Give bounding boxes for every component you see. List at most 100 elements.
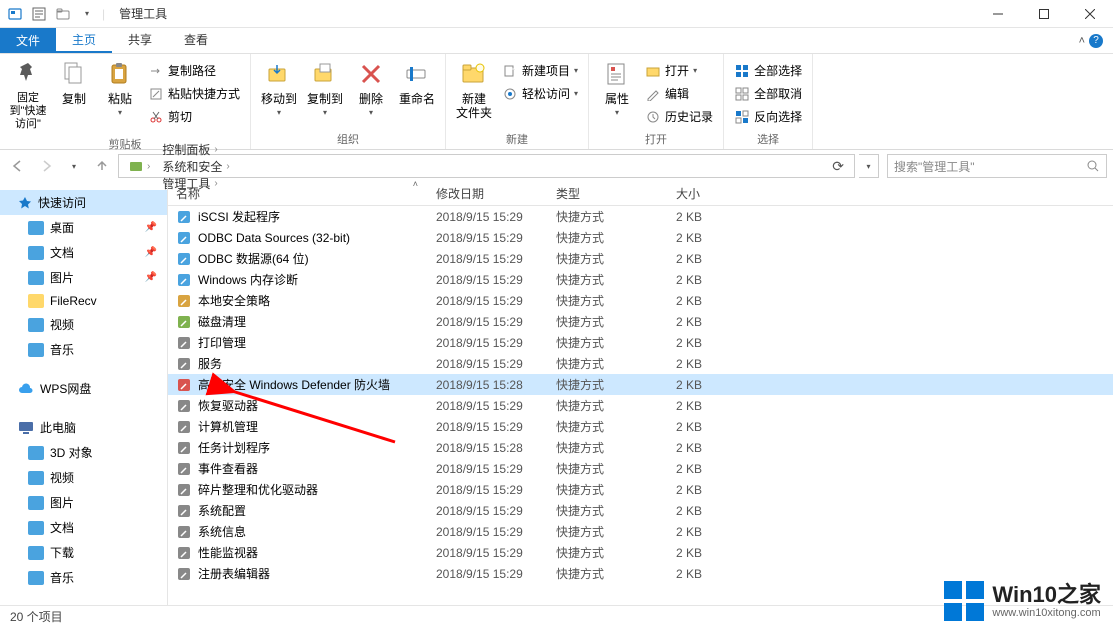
col-name[interactable]: 名称˄ bbox=[168, 185, 428, 202]
table-row[interactable]: iSCSI 发起程序 2018/9/15 15:29 快捷方式 2 KB bbox=[168, 206, 1113, 227]
table-row[interactable]: 碎片整理和优化驱动器 2018/9/15 15:29 快捷方式 2 KB bbox=[168, 479, 1113, 500]
table-row[interactable]: 高级安全 Windows Defender 防火墙 2018/9/15 15:2… bbox=[168, 374, 1113, 395]
open-button[interactable]: 打开▾ bbox=[641, 60, 717, 81]
selectall-button[interactable]: 全部选择 bbox=[730, 60, 806, 81]
table-row[interactable]: ODBC 数据源(64 位) 2018/9/15 15:29 快捷方式 2 KB bbox=[168, 248, 1113, 269]
sidebar-item[interactable]: 文档 bbox=[0, 515, 167, 540]
sidebar[interactable]: 快速访问 桌面📌文档📌图片📌FileRecv视频音乐 WPS网盘 此电脑 3D … bbox=[0, 182, 168, 605]
addr-root-icon[interactable]: › bbox=[123, 159, 156, 173]
selectnone-button[interactable]: 全部取消 bbox=[730, 83, 806, 104]
pin-icon: 📌 bbox=[145, 272, 157, 283]
sidebar-item[interactable]: 图片 bbox=[0, 490, 167, 515]
table-row[interactable]: 计算机管理 2018/9/15 15:29 快捷方式 2 KB bbox=[168, 416, 1113, 437]
table-row[interactable]: 磁盘清理 2018/9/15 15:29 快捷方式 2 KB bbox=[168, 311, 1113, 332]
qat-newfolder-icon[interactable] bbox=[54, 5, 72, 23]
file-icon bbox=[176, 545, 192, 561]
file-date: 2018/9/15 15:29 bbox=[436, 525, 556, 539]
minimize-button[interactable] bbox=[975, 0, 1021, 28]
file-list[interactable]: iSCSI 发起程序 2018/9/15 15:29 快捷方式 2 KB ODB… bbox=[168, 206, 1113, 605]
table-row[interactable]: 系统配置 2018/9/15 15:29 快捷方式 2 KB bbox=[168, 500, 1113, 521]
copyto-button[interactable]: 复制到▾ bbox=[303, 56, 347, 120]
paste-shortcut-button[interactable]: 粘贴快捷方式 bbox=[144, 83, 244, 104]
col-type[interactable]: 类型 bbox=[548, 185, 668, 202]
paste-dropdown-icon[interactable]: ▾ bbox=[118, 108, 122, 118]
qat-properties-icon[interactable] bbox=[30, 5, 48, 23]
sidebar-item[interactable]: 视频 bbox=[0, 312, 167, 337]
maximize-button[interactable] bbox=[1021, 0, 1067, 28]
pin-quickaccess-button[interactable]: 固定到"快速访问" bbox=[6, 56, 50, 134]
sidebar-wps[interactable]: WPS网盘 bbox=[0, 376, 167, 401]
invert-icon bbox=[734, 109, 750, 125]
tab-share[interactable]: 共享 bbox=[112, 28, 168, 53]
file-size: 2 KB bbox=[676, 378, 796, 392]
column-headers: 名称˄ 修改日期 类型 大小 bbox=[168, 182, 1113, 206]
table-row[interactable]: Windows 内存诊断 2018/9/15 15:29 快捷方式 2 KB bbox=[168, 269, 1113, 290]
tab-view[interactable]: 查看 bbox=[168, 28, 224, 53]
sidebar-item[interactable]: 音乐 bbox=[0, 565, 167, 590]
table-row[interactable]: 服务 2018/9/15 15:29 快捷方式 2 KB bbox=[168, 353, 1113, 374]
sidebar-item[interactable]: 下载 bbox=[0, 540, 167, 565]
easyaccess-button[interactable]: 轻松访问▾ bbox=[498, 83, 582, 104]
sidebar-item[interactable]: 图片📌 bbox=[0, 265, 167, 290]
table-row[interactable]: 恢复驱动器 2018/9/15 15:29 快捷方式 2 KB bbox=[168, 395, 1113, 416]
sidebar-quickaccess[interactable]: 快速访问 bbox=[0, 190, 167, 215]
back-button[interactable] bbox=[6, 154, 30, 178]
ribbon-group-clipboard: 固定到"快速访问" 复制 粘贴 ▾ 复制路径 粘贴快捷方式 剪切 剪贴板 bbox=[0, 54, 251, 149]
sidebar-item[interactable]: 3D 对象 bbox=[0, 440, 167, 465]
collapse-ribbon-icon[interactable]: ˄ bbox=[1079, 35, 1085, 47]
file-size: 2 KB bbox=[676, 504, 796, 518]
search-input[interactable]: 搜索"管理工具" bbox=[887, 154, 1107, 178]
copy-path-button[interactable]: 复制路径 bbox=[144, 60, 244, 81]
edit-button[interactable]: 编辑 bbox=[641, 83, 717, 104]
sidebar-item[interactable]: 音乐 bbox=[0, 337, 167, 362]
sidebar-item[interactable]: 文档📌 bbox=[0, 240, 167, 265]
close-button[interactable] bbox=[1067, 0, 1113, 28]
table-row[interactable]: 系统信息 2018/9/15 15:29 快捷方式 2 KB bbox=[168, 521, 1113, 542]
file-size: 2 KB bbox=[676, 420, 796, 434]
properties-button[interactable]: 属性▾ bbox=[595, 56, 639, 120]
file-date: 2018/9/15 15:29 bbox=[436, 294, 556, 308]
paste-button[interactable]: 粘贴 ▾ bbox=[98, 56, 142, 120]
table-row[interactable]: 任务计划程序 2018/9/15 15:28 快捷方式 2 KB bbox=[168, 437, 1113, 458]
file-size: 2 KB bbox=[676, 357, 796, 371]
col-date[interactable]: 修改日期 bbox=[428, 185, 548, 202]
breadcrumb-item[interactable]: 控制面板› bbox=[156, 141, 235, 158]
rename-button[interactable]: 重命名 bbox=[395, 56, 439, 108]
file-name: ODBC Data Sources (32-bit) bbox=[198, 231, 350, 245]
newitem-button[interactable]: 新建项目▾ bbox=[498, 60, 582, 81]
table-row[interactable]: 性能监视器 2018/9/15 15:29 快捷方式 2 KB bbox=[168, 542, 1113, 563]
help-icon[interactable]: ? bbox=[1089, 34, 1103, 48]
moveto-button[interactable]: 移动到▾ bbox=[257, 56, 301, 120]
file-type: 快捷方式 bbox=[556, 418, 676, 435]
sidebar-item[interactable]: FileRecv bbox=[0, 290, 167, 312]
table-row[interactable]: ODBC Data Sources (32-bit) 2018/9/15 15:… bbox=[168, 227, 1113, 248]
delete-button[interactable]: 删除▾ bbox=[349, 56, 393, 120]
copy-button[interactable]: 复制 bbox=[52, 56, 96, 108]
sidebar-item[interactable]: 桌面📌 bbox=[0, 215, 167, 240]
up-button[interactable] bbox=[90, 154, 114, 178]
recent-dropdown[interactable]: ▾ bbox=[62, 154, 86, 178]
file-size: 2 KB bbox=[676, 567, 796, 581]
ribbon-tabs: 文件 主页 共享 查看 ˄ ? bbox=[0, 28, 1113, 54]
file-name: 注册表编辑器 bbox=[198, 565, 270, 582]
table-row[interactable]: 事件查看器 2018/9/15 15:29 快捷方式 2 KB bbox=[168, 458, 1113, 479]
sidebar-thispc[interactable]: 此电脑 bbox=[0, 415, 167, 440]
tab-home[interactable]: 主页 bbox=[56, 28, 112, 53]
qat-dropdown-icon[interactable]: ▾ bbox=[78, 5, 96, 23]
forward-button[interactable] bbox=[34, 154, 58, 178]
address-bar[interactable]: › 控制面板›系统和安全›管理工具› ⟳ bbox=[118, 154, 855, 178]
refresh-icon[interactable]: ⟳ bbox=[826, 158, 850, 175]
breadcrumb-item[interactable]: 系统和安全› bbox=[156, 158, 235, 175]
table-row[interactable]: 打印管理 2018/9/15 15:29 快捷方式 2 KB bbox=[168, 332, 1113, 353]
tab-file[interactable]: 文件 bbox=[0, 28, 56, 53]
invert-button[interactable]: 反向选择 bbox=[730, 106, 806, 127]
newfolder-button[interactable]: 新建 文件夹 bbox=[452, 56, 496, 123]
history-button[interactable]: 历史记录 bbox=[641, 106, 717, 127]
col-size[interactable]: 大小 bbox=[668, 185, 788, 202]
sidebar-item[interactable]: 视频 bbox=[0, 465, 167, 490]
cut-button[interactable]: 剪切 bbox=[144, 106, 244, 127]
table-row[interactable]: 本地安全策略 2018/9/15 15:29 快捷方式 2 KB bbox=[168, 290, 1113, 311]
file-size: 2 KB bbox=[676, 252, 796, 266]
file-name: 系统信息 bbox=[198, 523, 246, 540]
address-dropdown[interactable]: ▾ bbox=[859, 154, 879, 178]
